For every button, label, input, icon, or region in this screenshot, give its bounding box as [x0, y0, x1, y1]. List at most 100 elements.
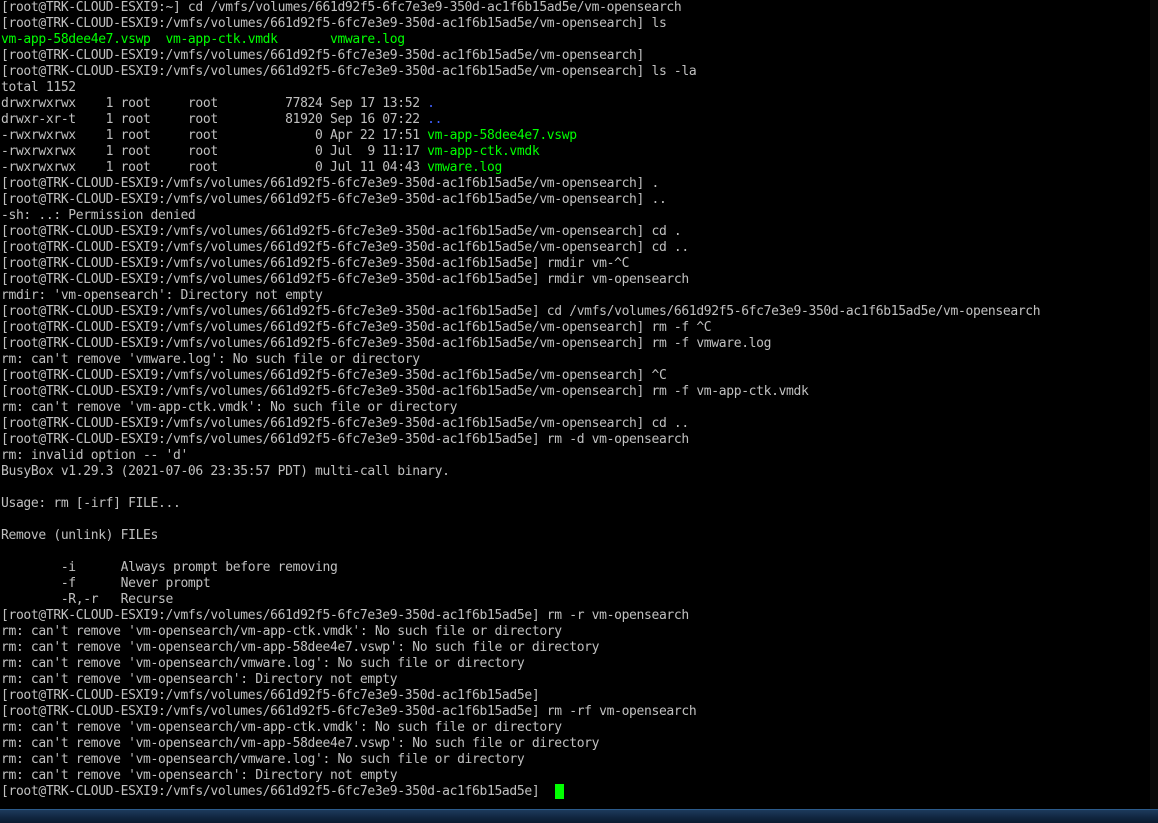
terminal-text: [root@TRK-CLOUD-ESXI9:/vmfs/volumes/661d… — [1, 192, 667, 207]
terminal-output: [root@TRK-CLOUD-ESXI9:~] cd /vmfs/volume… — [0, 0, 1150, 800]
terminal-line: BusyBox v1.29.3 (2021-07-06 23:35:57 PDT… — [0, 464, 1150, 480]
terminal-line: rm: can't remove 'vm-opensearch/vmware.l… — [0, 752, 1150, 768]
terminal-line: drwxrwxrwx 1 root root 77824 Sep 17 13:5… — [0, 96, 1150, 112]
terminal-line: rm: can't remove 'vmware.log': No such f… — [0, 352, 1150, 368]
terminal-line: [root@TRK-CLOUD-ESXI9:/vmfs/volumes/661d… — [0, 48, 1150, 64]
terminal-scrollbar[interactable] — [1150, 0, 1158, 810]
terminal-text: Remove (unlink) FILEs — [1, 528, 159, 543]
terminal-line: -i Always prompt before removing — [0, 560, 1150, 576]
terminal-line: rm: can't remove 'vm-opensearch/vm-app-5… — [0, 736, 1150, 752]
terminal-text: -rwxrwxrwx 1 root root 0 Jul 11 04:43 — [1, 160, 428, 175]
terminal-line: Usage: rm [-irf] FILE... — [0, 496, 1150, 512]
terminal-line: rm: can't remove 'vm-opensearch/vm-app-c… — [0, 624, 1150, 640]
terminal-text: drwxrwxrwx 1 root root 77824 Sep 17 13:5… — [1, 96, 428, 111]
terminal-text: [root@TRK-CLOUD-ESXI9:/vmfs/volumes/661d… — [1, 336, 772, 351]
terminal-text: [root@TRK-CLOUD-ESXI9:/vmfs/volumes/661d… — [1, 176, 659, 191]
terminal-text: -sh: ..: Permission denied — [1, 208, 196, 223]
cursor-block — [554, 784, 564, 799]
terminal-text: BusyBox v1.29.3 (2021-07-06 23:35:57 PDT… — [1, 464, 450, 479]
terminal-text: rm: can't remove 'vm-opensearch/vm-app-5… — [1, 640, 600, 655]
terminal-text: vm-app-58dee4e7.vswp — [427, 128, 577, 143]
terminal-line: [root@TRK-CLOUD-ESXI9:/vmfs/volumes/661d… — [0, 16, 1150, 32]
terminal-text: vm-app-58dee4e7.vswp vm-app-ctk.vmdk vmw… — [1, 32, 405, 47]
terminal-line: [root@TRK-CLOUD-ESXI9:/vmfs/volumes/661d… — [0, 688, 1150, 704]
terminal-line: rm: can't remove 'vm-opensearch': Direct… — [0, 672, 1150, 688]
terminal-line: vm-app-58dee4e7.vswp vm-app-ctk.vmdk vmw… — [0, 32, 1150, 48]
terminal-text: [root@TRK-CLOUD-ESXI9:/vmfs/volumes/661d… — [1, 48, 644, 63]
terminal-line: [root@TRK-CLOUD-ESXI9:/vmfs/volumes/661d… — [0, 272, 1150, 288]
terminal-window[interactable]: [root@TRK-CLOUD-ESXI9:~] cd /vmfs/volume… — [0, 0, 1150, 810]
terminal-line: [root@TRK-CLOUD-ESXI9:/vmfs/volumes/661d… — [0, 224, 1150, 240]
terminal-line: [root@TRK-CLOUD-ESXI9:/vmfs/volumes/661d… — [0, 192, 1150, 208]
terminal-text: [root@TRK-CLOUD-ESXI9:/vmfs/volumes/661d… — [1, 784, 547, 799]
terminal-line: Remove (unlink) FILEs — [0, 528, 1150, 544]
terminal-text: rm: can't remove 'vm-opensearch/vmware.l… — [1, 752, 525, 767]
terminal-line: [root@TRK-CLOUD-ESXI9:/vmfs/volumes/661d… — [0, 432, 1150, 448]
terminal-line: [root@TRK-CLOUD-ESXI9:/vmfs/volumes/661d… — [0, 608, 1150, 624]
terminal-line: [root@TRK-CLOUD-ESXI9:/vmfs/volumes/661d… — [0, 320, 1150, 336]
terminal-text: [root@TRK-CLOUD-ESXI9:/vmfs/volumes/661d… — [1, 272, 689, 287]
terminal-text: -rwxrwxrwx 1 root root 0 Apr 22 17:51 — [1, 128, 428, 143]
terminal-text: [root@TRK-CLOUD-ESXI9:~] cd /vmfs/volume… — [1, 0, 682, 15]
terminal-text: -i Always prompt before removing — [1, 560, 338, 575]
terminal-text: -rwxrwxrwx 1 root root 0 Jul 9 11:17 — [1, 144, 428, 159]
terminal-text: [root@TRK-CLOUD-ESXI9:/vmfs/volumes/661d… — [1, 320, 712, 335]
terminal-line: rm: can't remove 'vm-opensearch/vm-app-5… — [0, 640, 1150, 656]
terminal-text: rm: can't remove 'vm-app-ctk.vmdk': No s… — [1, 400, 458, 415]
terminal-line: rmdir: 'vm-opensearch': Directory not em… — [0, 288, 1150, 304]
terminal-text: vm-app-ctk.vmdk — [427, 144, 540, 159]
terminal-text: rm: can't remove 'vm-opensearch/vmware.l… — [1, 656, 525, 671]
terminal-line: rm: can't remove 'vm-opensearch': Direct… — [0, 768, 1150, 784]
terminal-text: rm: can't remove 'vm-opensearch': Direct… — [1, 672, 398, 687]
terminal-text: -f Never prompt — [1, 576, 211, 591]
terminal-line: -sh: ..: Permission denied — [0, 208, 1150, 224]
terminal-text: rm: can't remove 'vm-opensearch/vm-app-5… — [1, 736, 600, 751]
terminal-line: [root@TRK-CLOUD-ESXI9:/vmfs/volumes/661d… — [0, 64, 1150, 80]
terminal-text: [root@TRK-CLOUD-ESXI9:/vmfs/volumes/661d… — [1, 608, 689, 623]
terminal-text: [root@TRK-CLOUD-ESXI9:/vmfs/volumes/661d… — [1, 240, 689, 255]
terminal-text: [root@TRK-CLOUD-ESXI9:/vmfs/volumes/661d… — [1, 368, 667, 383]
terminal-line: [root@TRK-CLOUD-ESXI9:/vmfs/volumes/661d… — [0, 336, 1150, 352]
terminal-line: [root@TRK-CLOUD-ESXI9:/vmfs/volumes/661d… — [0, 704, 1150, 720]
terminal-text: [root@TRK-CLOUD-ESXI9:/vmfs/volumes/661d… — [1, 256, 630, 271]
terminal-line: rm: invalid option -- 'd' — [0, 448, 1150, 464]
terminal-text: [root@TRK-CLOUD-ESXI9:/vmfs/volumes/661d… — [1, 704, 697, 719]
terminal-text: rmdir: 'vm-opensearch': Directory not em… — [1, 288, 323, 303]
terminal-text: vmware.log — [427, 160, 502, 175]
terminal-line: -rwxrwxrwx 1 root root 0 Apr 22 17:51 vm… — [0, 128, 1150, 144]
terminal-line: [root@TRK-CLOUD-ESXI9:/vmfs/volumes/661d… — [0, 240, 1150, 256]
terminal-text: [root@TRK-CLOUD-ESXI9:/vmfs/volumes/661d… — [1, 384, 809, 399]
taskbar — [0, 809, 1158, 823]
terminal-text: [root@TRK-CLOUD-ESXI9:/vmfs/volumes/661d… — [1, 416, 689, 431]
terminal-line: [root@TRK-CLOUD-ESXI9:/vmfs/volumes/661d… — [0, 784, 1150, 800]
terminal-line: [root@TRK-CLOUD-ESXI9:~] cd /vmfs/volume… — [0, 0, 1150, 16]
terminal-line: -f Never prompt — [0, 576, 1150, 592]
terminal-text: rm: can't remove 'vm-opensearch/vm-app-c… — [1, 624, 562, 639]
terminal-text: rm: can't remove 'vmware.log': No such f… — [1, 352, 420, 367]
terminal-text: rm: can't remove 'vm-opensearch/vm-app-c… — [1, 720, 562, 735]
terminal-text: [root@TRK-CLOUD-ESXI9:/vmfs/volumes/661d… — [1, 304, 1041, 319]
terminal-text: .. — [427, 112, 443, 127]
terminal-text: . — [427, 96, 435, 111]
terminal-text: Usage: rm [-irf] FILE... — [1, 496, 181, 511]
terminal-text: [root@TRK-CLOUD-ESXI9:/vmfs/volumes/661d… — [1, 16, 667, 31]
terminal-text: rm: can't remove 'vm-opensearch': Direct… — [1, 768, 398, 783]
terminal-line: drwxr-xr-t 1 root root 81920 Sep 16 07:2… — [0, 112, 1150, 128]
terminal-text: drwxr-xr-t 1 root root 81920 Sep 16 07:2… — [1, 112, 428, 127]
terminal-line: [root@TRK-CLOUD-ESXI9:/vmfs/volumes/661d… — [0, 416, 1150, 432]
terminal-line: total 1152 — [0, 80, 1150, 96]
terminal-text: total 1152 — [1, 80, 76, 95]
terminal-line: -rwxrwxrwx 1 root root 0 Jul 11 04:43 vm… — [0, 160, 1150, 176]
terminal-text: rm: invalid option -- 'd' — [1, 448, 188, 463]
terminal-line: rm: can't remove 'vm-opensearch/vmware.l… — [0, 656, 1150, 672]
terminal-text: [root@TRK-CLOUD-ESXI9:/vmfs/volumes/661d… — [1, 64, 697, 79]
terminal-line: [root@TRK-CLOUD-ESXI9:/vmfs/volumes/661d… — [0, 256, 1150, 272]
terminal-line: [root@TRK-CLOUD-ESXI9:/vmfs/volumes/661d… — [0, 304, 1150, 320]
terminal-text: [root@TRK-CLOUD-ESXI9:/vmfs/volumes/661d… — [1, 432, 689, 447]
terminal-text: [root@TRK-CLOUD-ESXI9:/vmfs/volumes/661d… — [1, 688, 540, 703]
terminal-line: -R,-r Recurse — [0, 592, 1150, 608]
terminal-line: [root@TRK-CLOUD-ESXI9:/vmfs/volumes/661d… — [0, 368, 1150, 384]
